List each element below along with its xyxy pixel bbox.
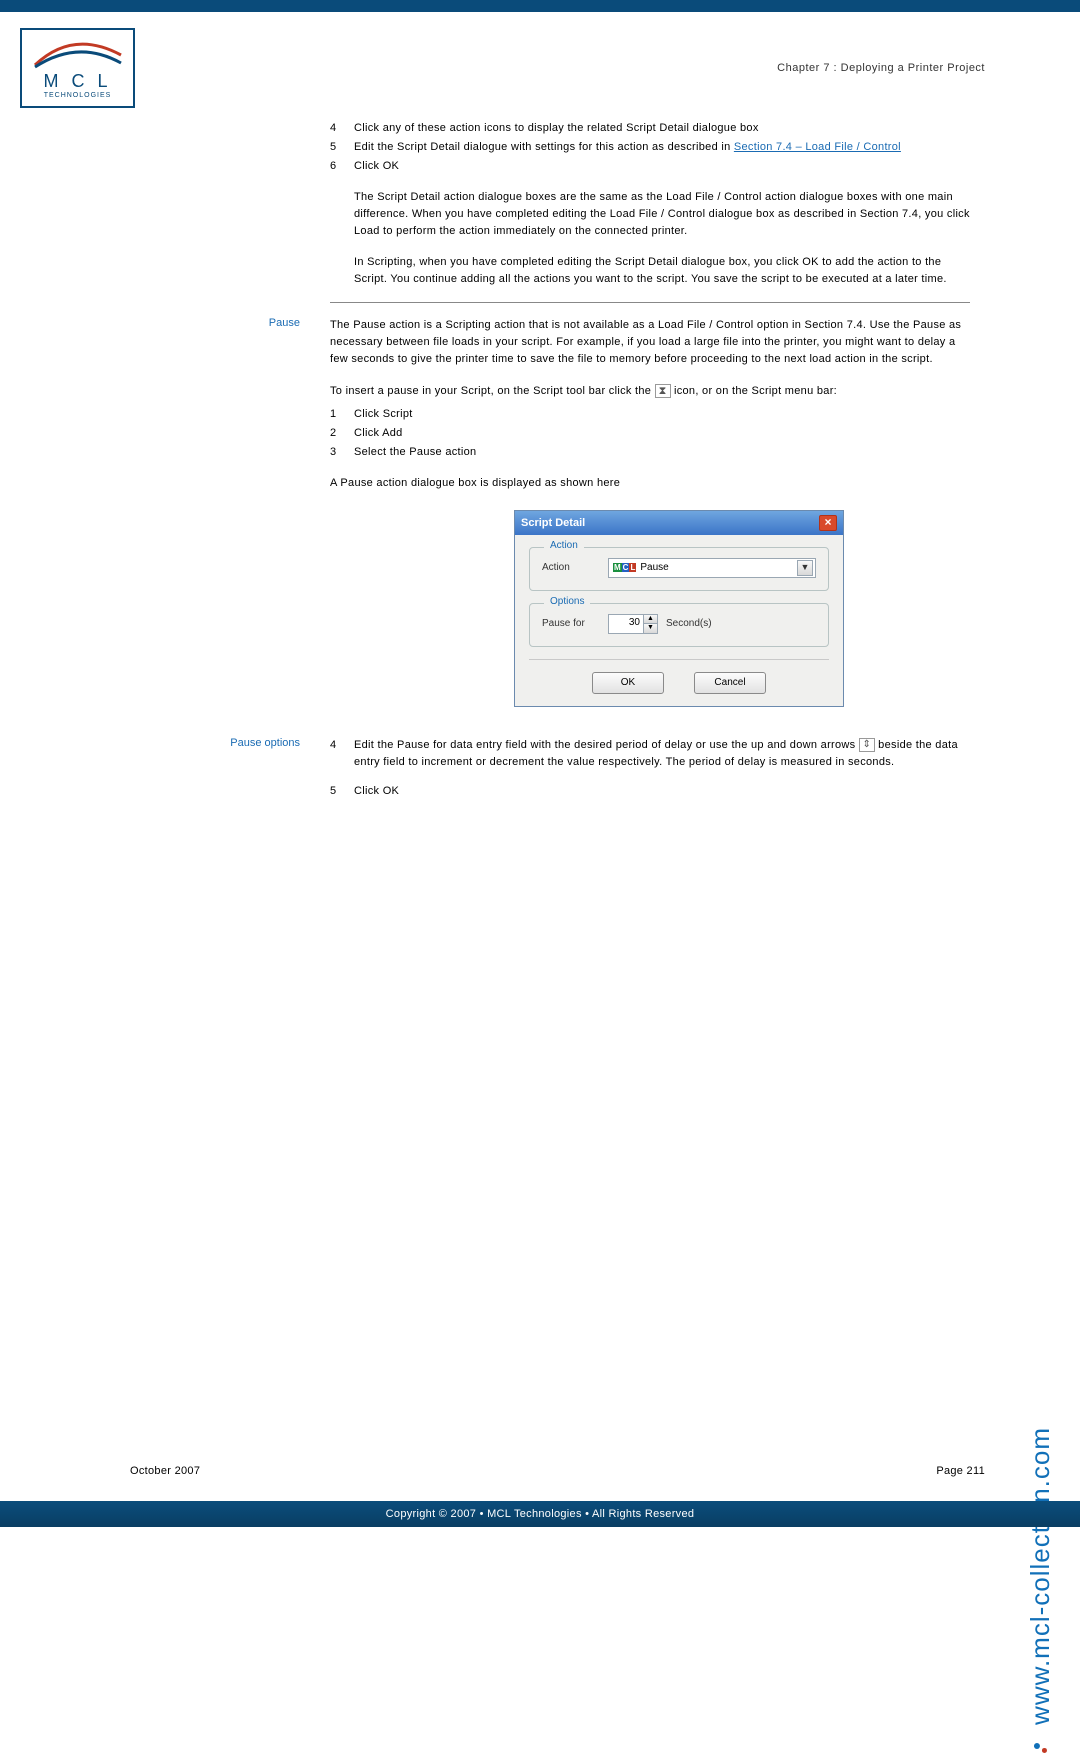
pause-for-label: Pause for (542, 618, 600, 629)
script-detail-dialog: Script Detail × Action Action MCL Pause … (514, 510, 844, 707)
step-num: 5 (330, 783, 354, 800)
divider (529, 659, 829, 660)
divider (330, 302, 970, 303)
logo: M C L TECHNOLOGIES (20, 28, 135, 108)
close-icon[interactable]: × (819, 515, 837, 531)
spinner-icon[interactable]: ▲▼ (643, 615, 657, 633)
logo-curves-icon (33, 37, 123, 69)
pause-for-value: 30 (609, 615, 643, 633)
step-num: 4 (330, 737, 354, 771)
section-link[interactable]: Section 7.4 – Load File / Control (734, 141, 901, 153)
top-bar (0, 0, 1080, 12)
step-num: 6 (330, 158, 354, 175)
step-text: Select the Pause action (354, 444, 970, 461)
step-text: Click any of these action icons to displ… (354, 120, 970, 137)
dialog-title: Script Detail (521, 517, 585, 529)
steps-top: 4Click any of these action icons to disp… (330, 120, 970, 288)
spinner-inline-icon (859, 738, 875, 752)
logo-text: M C L (43, 71, 111, 92)
dialog-titlebar: Script Detail × (515, 511, 843, 535)
chevron-down-icon[interactable]: ▼ (797, 560, 813, 576)
margin-label-pause-options: Pause options (190, 737, 300, 749)
paragraph: To insert a pause in your Script, on the… (330, 383, 970, 400)
footer-page: Page 211 (936, 1465, 985, 1477)
step-text: Click Add (354, 425, 970, 442)
dots-icon (1034, 1739, 1048, 1753)
hourglass-icon (655, 384, 671, 398)
footer-date: October 2007 (130, 1465, 200, 1477)
action-label: Action (542, 562, 600, 573)
margin-label-pause: Pause (190, 317, 300, 329)
step-text: Click OK (354, 783, 970, 800)
cancel-button[interactable]: Cancel (694, 672, 766, 694)
paragraph: In Scripting, when you have completed ed… (354, 254, 970, 288)
step-text: Edit the Script Detail dialogue with set… (354, 139, 970, 156)
chapter-header: Chapter 7 : Deploying a Printer Project (777, 62, 985, 74)
action-select[interactable]: MCL Pause ▼ (608, 558, 816, 578)
paragraph: The Pause action is a Scripting action t… (330, 317, 970, 368)
step-num: 4 (330, 120, 354, 137)
pause-for-input[interactable]: 30 ▲▼ (608, 614, 658, 634)
pause-for-suffix: Second(s) (666, 618, 712, 629)
footer-copyright: Copyright © 2007 • MCL Technologies • Al… (0, 1501, 1080, 1527)
step-num: 2 (330, 425, 354, 442)
logo-subtext: TECHNOLOGIES (44, 92, 112, 99)
ok-button[interactable]: OK (592, 672, 664, 694)
options-fieldset: Options Pause for 30 ▲▼ Second(s) (529, 603, 829, 647)
side-url: www.mcl-collection.com (1025, 1427, 1056, 1753)
action-value: Pause (640, 562, 668, 573)
mcl-badge-icon: MCL (613, 563, 636, 572)
step-num: 5 (330, 139, 354, 156)
step-text: Click Script (354, 406, 970, 423)
step-text: Edit the Pause for data entry field with… (354, 737, 970, 771)
step-num: 1 (330, 406, 354, 423)
paragraph: The Script Detail action dialogue boxes … (354, 189, 970, 240)
pause-section: The Pause action is a Scripting action t… (330, 317, 970, 491)
step-text: Click OK (354, 158, 970, 175)
paragraph: A Pause action dialogue box is displayed… (330, 475, 970, 492)
step-num: 3 (330, 444, 354, 461)
pause-options-section: 4Edit the Pause for data entry field wit… (330, 737, 970, 800)
fieldset-legend: Options (544, 596, 590, 607)
action-fieldset: Action Action MCL Pause ▼ (529, 547, 829, 591)
fieldset-legend: Action (544, 540, 584, 551)
